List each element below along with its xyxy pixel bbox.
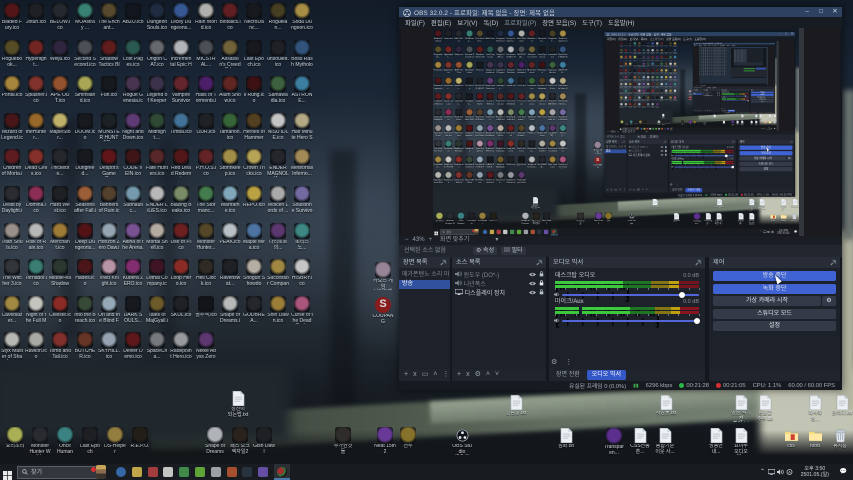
svg-text:A: A — [788, 470, 791, 474]
